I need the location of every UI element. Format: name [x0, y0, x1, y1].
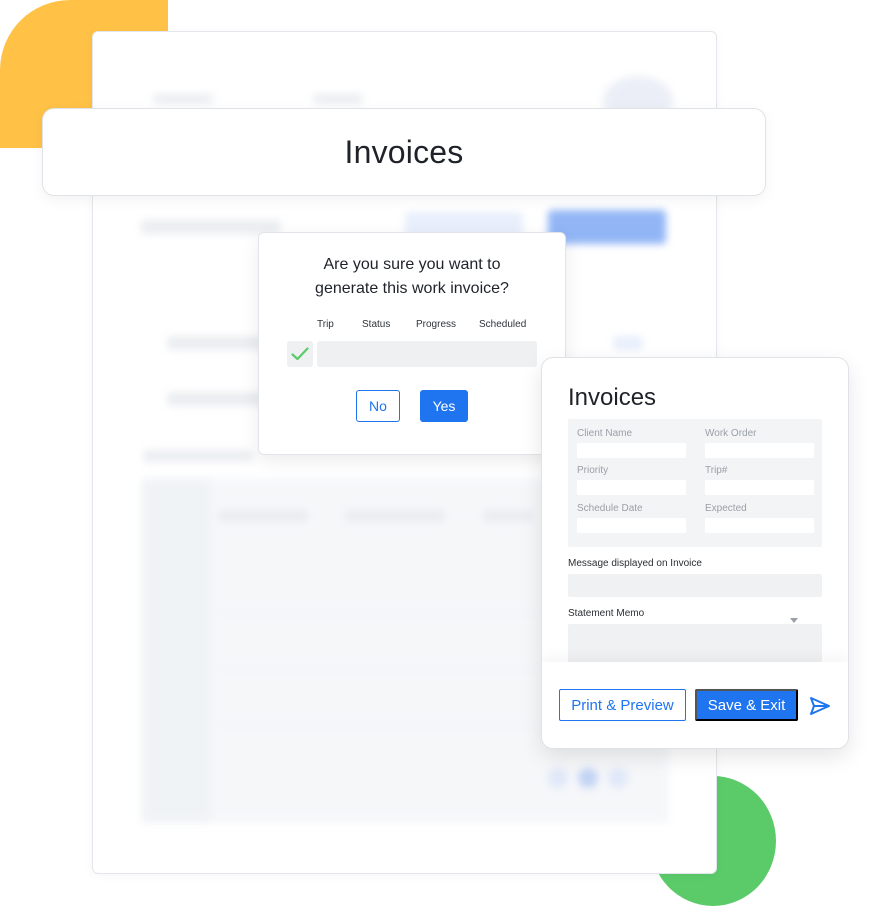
- invoices-title-bar: Invoices: [42, 108, 766, 196]
- message-label: Message displayed on Invoice: [568, 558, 702, 569]
- trip-number-label: Trip#: [705, 465, 728, 476]
- work-order-input[interactable]: [705, 443, 814, 458]
- schedule-date-input[interactable]: [577, 518, 686, 533]
- priority-input[interactable]: [577, 480, 686, 495]
- expected-input[interactable]: [705, 518, 814, 533]
- row-checkbox[interactable]: [287, 341, 313, 367]
- panel-footer: Print & Preview Save & Exit: [542, 662, 848, 748]
- no-button[interactable]: No: [356, 390, 400, 422]
- trip-number-input[interactable]: [705, 480, 814, 495]
- panel-title: Invoices: [568, 384, 657, 411]
- column-header-trip: Trip: [317, 319, 334, 330]
- confirm-generate-invoice-dialog: Are you sure you want to generate this w…: [258, 232, 566, 455]
- invoice-form-panel: Invoices Client Name Work Order Priority…: [541, 357, 849, 749]
- client-name-input[interactable]: [577, 443, 686, 458]
- caret-down-icon[interactable]: [790, 618, 798, 623]
- save-exit-button[interactable]: Save & Exit: [695, 689, 798, 721]
- dialog-question-line-2: generate this work invoice?: [315, 280, 509, 297]
- schedule-date-label: Schedule Date: [577, 503, 643, 514]
- print-preview-button[interactable]: Print & Preview: [559, 689, 686, 721]
- expected-label: Expected: [705, 503, 747, 514]
- client-name-label: Client Name: [577, 428, 633, 439]
- check-icon: [291, 347, 309, 361]
- dialog-question-line-1: Are you sure you want to: [323, 256, 501, 273]
- dialog-question: Are you sure you want to generate this w…: [259, 253, 565, 301]
- yes-button[interactable]: Yes: [420, 390, 468, 422]
- column-header-status: Status: [362, 319, 391, 330]
- send-icon[interactable]: [809, 696, 831, 716]
- work-row: [317, 341, 537, 367]
- page-title: Invoices: [344, 133, 464, 170]
- statement-memo-label: Statement Memo: [568, 608, 645, 619]
- column-header-scheduled: Scheduled: [479, 319, 527, 330]
- work-order-label: Work Order: [705, 428, 757, 439]
- invoice-details-grid: Client Name Work Order Priority Trip# Sc…: [568, 419, 822, 547]
- priority-label: Priority: [577, 465, 609, 476]
- message-input[interactable]: [568, 574, 822, 597]
- column-header-progress: Progress: [416, 319, 457, 330]
